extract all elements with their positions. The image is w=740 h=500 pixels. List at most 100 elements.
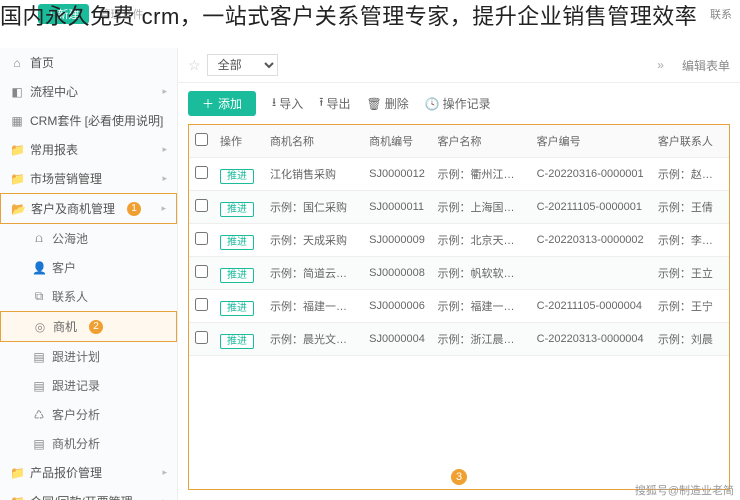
chevron-icon: ▸ — [162, 496, 167, 500]
nav-label: 客户 — [52, 259, 76, 276]
nav-icon: ◧ — [10, 85, 24, 99]
cell-code: SJ0000008 — [363, 257, 431, 290]
sidebar-item-2[interactable]: ▦ CRM套件 [必看使用说明] — [0, 106, 177, 135]
sidebar-item-9[interactable]: ◎商机2 — [0, 311, 177, 342]
nav-icon: ▦ — [10, 114, 24, 128]
nav-label: 合同/回款/开票管理 — [30, 493, 133, 500]
sidebar-item-15[interactable]: 📁合同/回款/开票管理▸ — [0, 487, 177, 500]
cell-code: SJ0000004 — [363, 323, 431, 356]
sidebar-item-0[interactable]: ⌂ 首页 — [0, 48, 177, 77]
nav-label: 联系人 — [52, 288, 88, 305]
sidebar-item-11[interactable]: ▤跟进记录 — [0, 371, 177, 400]
toolbar: ＋ 添加 ⭳ 导入 ⭱ 导出 🗑 删除 🕓 操作记录 — [178, 83, 740, 124]
chevron-icon: ▸ — [161, 203, 166, 214]
cell-cust-code: C-20220313-0000004 — [531, 323, 652, 356]
filter-select[interactable]: 全部 — [207, 54, 278, 76]
nav-label: 商机 — [53, 318, 77, 335]
row-checkbox[interactable] — [195, 199, 208, 212]
select-all-checkbox[interactable] — [195, 133, 208, 146]
nav-label: 客户及商机管理 — [31, 200, 115, 217]
cell-name: 示例：简道云采购 — [264, 257, 363, 290]
push-button[interactable]: 推进 — [220, 202, 254, 217]
sidebar-item-8[interactable]: ⧉ 联系人 — [0, 282, 177, 311]
sidebar-item-6[interactable]: ⩍公海池 — [0, 224, 177, 253]
nav-icon: ⧉ — [32, 289, 46, 304]
cell-customer: 示例：北京天诚软件… — [431, 224, 530, 257]
row-checkbox[interactable] — [195, 298, 208, 311]
table-header-row: 操作 商机名称 商机编号 客户名称 客户编号 客户联系人 — [189, 125, 729, 158]
nav-label: 常用报表 — [30, 141, 78, 158]
table-row[interactable]: 推进江化销售采购SJ0000012示例：衢州江化集团C-20220316-000… — [189, 158, 729, 191]
sidebar-item-7[interactable]: 👤 客户 — [0, 253, 177, 282]
cell-name: 示例：福建一高3月订单 — [264, 290, 363, 323]
cell-code: SJ0000009 — [363, 224, 431, 257]
table-row[interactable]: 推进示例：晨光文具设备…SJ0000004示例：浙江晨光文具…C-2022031… — [189, 323, 729, 356]
row-checkbox[interactable] — [195, 265, 208, 278]
sidebar-item-5[interactable]: 📂 客户及商机管理 1 ▸ — [0, 193, 177, 224]
nav-label: CRM套件 [必看使用说明] — [30, 112, 163, 129]
sidebar-item-13[interactable]: ▤商机分析 — [0, 429, 177, 458]
add-button[interactable]: ＋ 添加 — [188, 91, 256, 116]
nav-label: 首页 — [30, 54, 54, 71]
edit-form-link[interactable]: 编辑表单 — [682, 57, 730, 74]
cell-cust-code: C-20211105-0000001 — [531, 191, 652, 224]
nav-icon: 📁 — [10, 143, 24, 157]
nav-label: 市场营销管理 — [30, 170, 102, 187]
nav-label: 跟进计划 — [52, 348, 100, 365]
push-button[interactable]: 推进 — [220, 301, 254, 316]
table-container: 操作 商机名称 商机编号 客户名称 客户编号 客户联系人 推进江化销售采购SJ0… — [188, 124, 730, 490]
nav-label: 公海池 — [52, 230, 88, 247]
page-headline: 国内永久免费 crm，一站式客户关系管理专家，提升企业销售管理效率 — [0, 2, 740, 33]
row-checkbox[interactable] — [195, 331, 208, 344]
sidebar-item-4[interactable]: 📁市场营销管理▸ — [0, 164, 177, 193]
cell-cust-code — [531, 257, 652, 290]
sidebar: ⌂首页◧流程中心▸▦CRM套件 [必看使用说明]📁常用报表▸📁市场营销管理▸📂客… — [0, 48, 178, 500]
sidebar-item-12[interactable]: ♺客户分析 — [0, 400, 177, 429]
cell-contact: 示例：李清海 — [652, 224, 729, 257]
col-op: 操作 — [214, 125, 264, 158]
cell-name: 示例：晨光文具设备… — [264, 323, 363, 356]
sidebar-item-10[interactable]: ▤跟进计划 — [0, 342, 177, 371]
cell-code: SJ0000012 — [363, 158, 431, 191]
sidebar-item-14[interactable]: 📁产品报价管理▸ — [0, 458, 177, 487]
cell-customer: 示例：福建一高集团 — [431, 290, 530, 323]
nav-label: 流程中心 — [30, 83, 78, 100]
table-row[interactable]: 推进示例：国仁采购SJ0000011示例：上海国仁有限…C-20211105-0… — [189, 191, 729, 224]
cell-customer: 示例：上海国仁有限… — [431, 191, 530, 224]
nav-icon: 👤 — [32, 261, 46, 275]
cell-customer: 示例：衢州江化集团 — [431, 158, 530, 191]
import-button[interactable]: ⭳ 导入 — [272, 93, 303, 114]
annotation-badge: 1 — [127, 202, 141, 216]
sidebar-item-3[interactable]: 📁常用报表▸ — [0, 135, 177, 164]
chevron-icon: ▸ — [162, 173, 167, 184]
expand-icon[interactable]: » — [657, 58, 664, 72]
row-checkbox[interactable] — [195, 166, 208, 179]
nav-label: 客户分析 — [52, 406, 100, 423]
push-button[interactable]: 推进 — [220, 169, 254, 184]
filter-bar: ☆ 全部 » 编辑表单 — [178, 48, 740, 83]
export-button[interactable]: ⭱ 导出 — [319, 93, 350, 114]
delete-button[interactable]: 🗑 删除 — [366, 95, 408, 112]
select-all-header — [189, 125, 214, 158]
row-checkbox[interactable] — [195, 232, 208, 245]
operation-log-button[interactable]: 🕓 操作记录 — [425, 95, 491, 112]
table-row[interactable]: 推进示例：简道云采购SJ0000008示例：帆软软件有限公司示例：王立 — [189, 257, 729, 290]
cell-customer: 示例：浙江晨光文具… — [431, 323, 530, 356]
table-row[interactable]: 推进示例：天成采购SJ0000009示例：北京天诚软件…C-20220313-0… — [189, 224, 729, 257]
cell-contact: 示例：赵仁民 — [652, 158, 729, 191]
table-row[interactable]: 推进示例：福建一高3月订单SJ0000006示例：福建一高集团C-2021110… — [189, 290, 729, 323]
cell-code: SJ0000011 — [363, 191, 431, 224]
star-icon[interactable]: ☆ — [188, 57, 201, 74]
nav-icon: 📂 — [11, 202, 25, 216]
sidebar-item-1[interactable]: ◧ 流程中心 ▸ — [0, 77, 177, 106]
nav-icon: ▤ — [32, 379, 46, 393]
nav-icon: ⌂ — [10, 56, 24, 70]
annotation-badge-3: 3 — [451, 469, 467, 485]
push-button[interactable]: 推进 — [220, 235, 254, 250]
push-button[interactable]: 推进 — [220, 334, 254, 349]
push-button[interactable]: 推进 — [220, 268, 254, 283]
chevron-icon: ▸ — [162, 86, 167, 97]
col-cust-code: 客户编号 — [531, 125, 652, 158]
cell-customer: 示例：帆软软件有限公司 — [431, 257, 530, 290]
cell-cust-code: C-20220316-0000001 — [531, 158, 652, 191]
